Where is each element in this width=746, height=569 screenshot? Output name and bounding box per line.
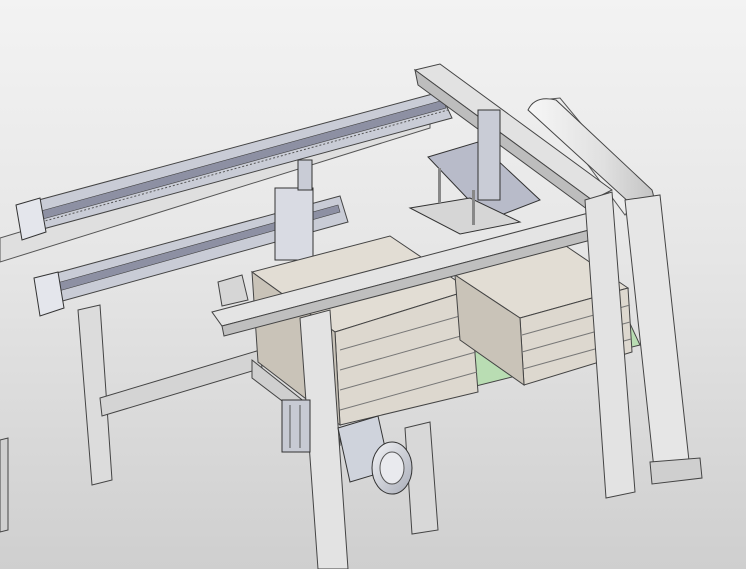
- valve-block: [281, 399, 311, 453]
- left-support-frame: [0, 304, 263, 533]
- cad-viewport[interactable]: [0, 0, 746, 569]
- gantry-palletizer-model: [0, 63, 703, 569]
- upper-linear-actuator: [15, 91, 453, 241]
- drive-motor: [337, 415, 413, 495]
